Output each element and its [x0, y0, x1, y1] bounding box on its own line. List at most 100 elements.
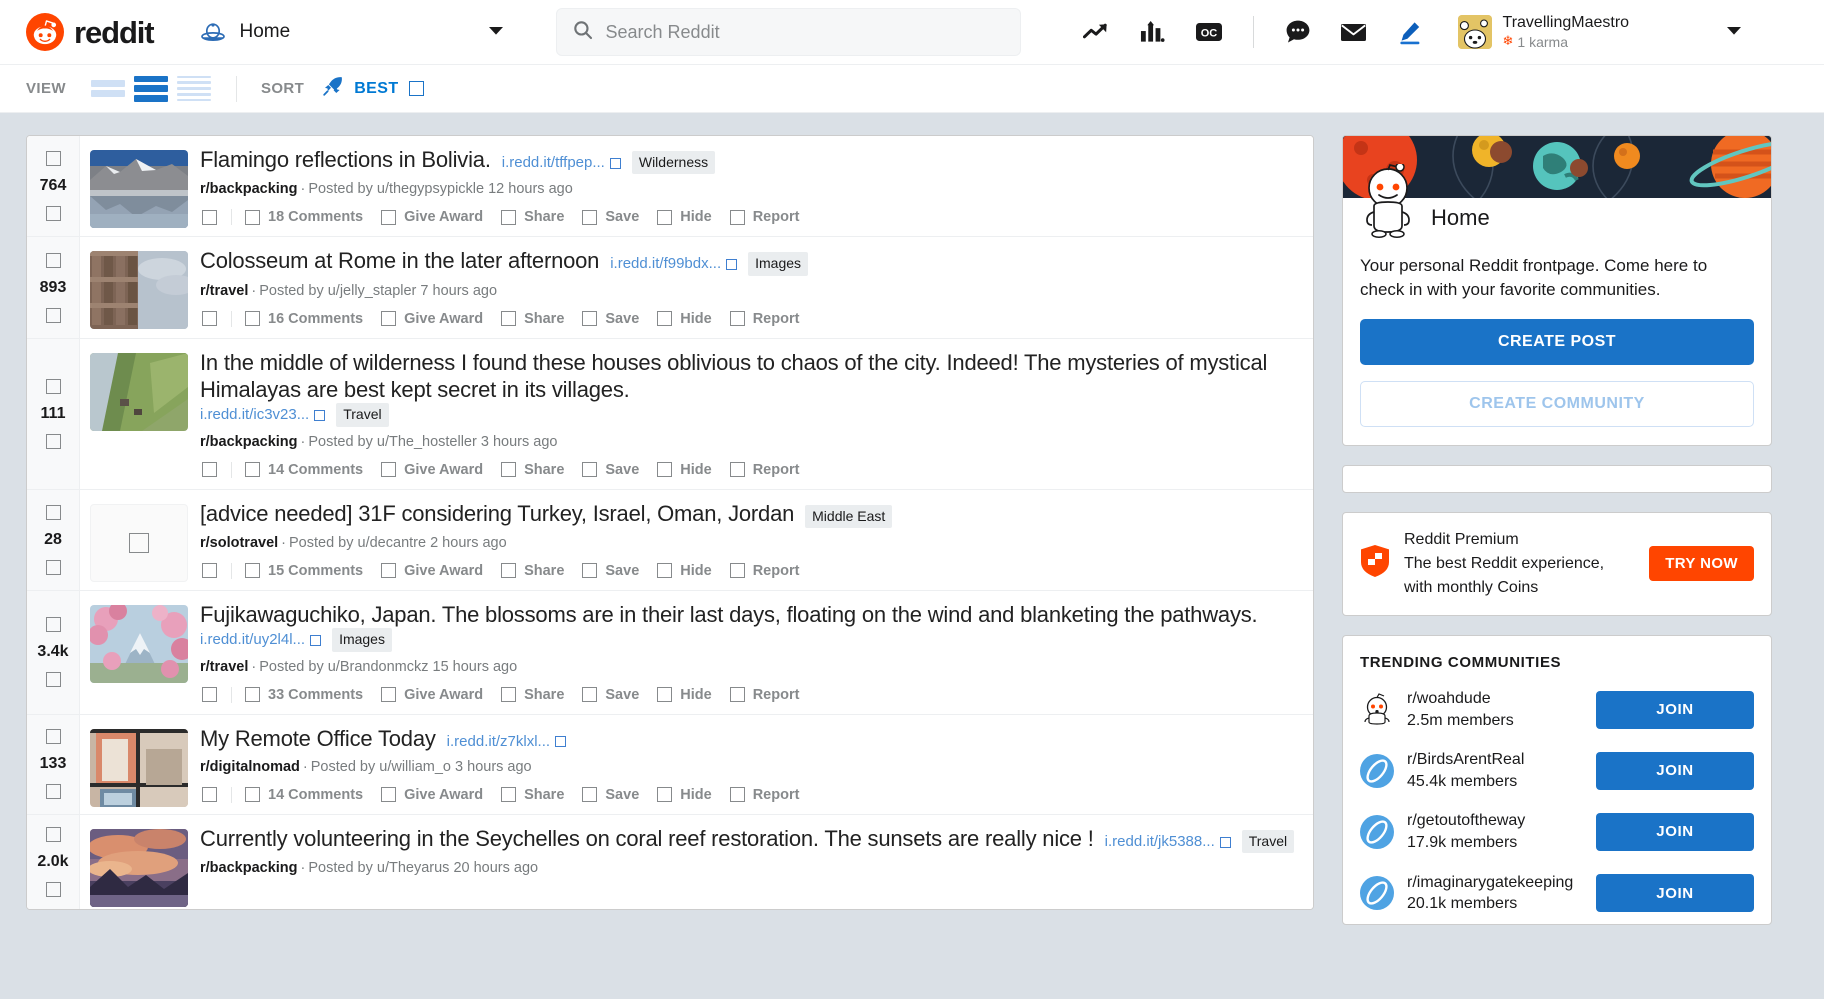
post-domain[interactable]: i.redd.it/ic3v23... — [200, 406, 325, 425]
upvote-icon[interactable] — [46, 827, 61, 842]
subreddit-link[interactable]: r/travel — [200, 283, 248, 299]
post-title[interactable]: Currently volunteering in the Seychelles… — [200, 825, 1094, 852]
post-thumbnail[interactable] — [90, 150, 188, 228]
share-button[interactable]: Share — [501, 560, 573, 582]
oc-icon[interactable]: OC — [1181, 10, 1237, 54]
upvote-icon[interactable] — [46, 617, 61, 632]
post-title[interactable]: Colosseum at Rome in the later afternoon — [200, 247, 599, 274]
create-post-button[interactable]: CREATE POST — [1360, 319, 1754, 365]
comments-button[interactable]: 16 Comments — [245, 308, 372, 330]
expand-button[interactable] — [202, 207, 231, 228]
report-button[interactable]: Report — [730, 684, 809, 706]
upvote-icon[interactable] — [46, 505, 61, 520]
downvote-icon[interactable] — [46, 784, 61, 799]
join-button[interactable]: JOIN — [1596, 691, 1754, 729]
upvote-icon[interactable] — [46, 729, 61, 744]
post-author[interactable]: Posted by u/Theyarus — [308, 860, 449, 876]
community-dropdown[interactable]: Home — [186, 10, 516, 54]
post-row[interactable]: 28 [advice needed] 31F considering Turke… — [27, 490, 1313, 591]
give-award-button[interactable]: Give Award — [381, 560, 492, 582]
expand-button[interactable] — [202, 784, 231, 805]
reddit-logo-home-link[interactable]: reddit — [26, 13, 154, 51]
community-name[interactable]: r/imaginarygatekeeping — [1407, 872, 1583, 894]
comments-button[interactable]: 18 Comments — [245, 206, 372, 228]
list-item[interactable]: r/BirdsArentReal 45.4k members JOIN — [1343, 740, 1771, 801]
post-title[interactable]: Flamingo reflections in Bolivia. — [200, 146, 491, 173]
post-flair[interactable]: Wilderness — [632, 151, 715, 174]
subreddit-link[interactable]: r/backpacking — [200, 860, 298, 876]
create-community-button[interactable]: CREATE COMMUNITY — [1360, 381, 1754, 427]
report-button[interactable]: Report — [730, 459, 809, 481]
post-row[interactable]: 893 — [27, 237, 1313, 338]
trending-icon[interactable] — [1069, 10, 1125, 54]
hide-button[interactable]: Hide — [657, 784, 720, 806]
post-author[interactable]: Posted by u/william_o — [311, 759, 451, 775]
downvote-icon[interactable] — [46, 308, 61, 323]
hide-button[interactable]: Hide — [657, 308, 720, 330]
give-award-button[interactable]: Give Award — [381, 459, 492, 481]
post-flair[interactable]: Images — [332, 628, 392, 651]
report-button[interactable]: Report — [730, 784, 809, 806]
give-award-button[interactable]: Give Award — [381, 308, 492, 330]
share-button[interactable]: Share — [501, 784, 573, 806]
comments-button[interactable]: 14 Comments — [245, 784, 372, 806]
expand-button[interactable] — [202, 560, 231, 581]
report-button[interactable]: Report — [730, 560, 809, 582]
join-button[interactable]: JOIN — [1596, 874, 1754, 912]
give-award-button[interactable]: Give Award — [381, 684, 492, 706]
downvote-icon[interactable] — [46, 206, 61, 221]
bar-chart-icon[interactable] — [1125, 10, 1181, 54]
share-button[interactable]: Share — [501, 308, 573, 330]
give-award-button[interactable]: Give Award — [381, 784, 492, 806]
upvote-icon[interactable] — [46, 253, 61, 268]
post-thumbnail-placeholder[interactable] — [90, 504, 188, 582]
post-domain[interactable]: i.redd.it/uy2l4l... — [200, 631, 321, 650]
view-classic-button[interactable] — [134, 76, 168, 102]
post-title[interactable]: [advice needed] 31F considering Turkey, … — [200, 500, 794, 527]
post-author[interactable]: Posted by u/Brandonmckz — [259, 659, 428, 675]
subreddit-link[interactable]: r/digitalnomad — [200, 759, 300, 775]
subreddit-link[interactable]: r/backpacking — [200, 434, 298, 450]
join-button[interactable]: JOIN — [1596, 813, 1754, 851]
hide-button[interactable]: Hide — [657, 560, 720, 582]
post-thumbnail[interactable] — [90, 353, 188, 431]
report-button[interactable]: Report — [730, 206, 809, 228]
post-author[interactable]: Posted by u/jelly_stapler — [259, 283, 416, 299]
create-post-pencil-icon[interactable] — [1382, 10, 1438, 54]
post-flair[interactable]: Travel — [1242, 830, 1294, 853]
post-row[interactable]: 111 In the middle of wilderness I found … — [27, 339, 1313, 490]
upvote-icon[interactable] — [46, 151, 61, 166]
subreddit-link[interactable]: r/travel — [200, 659, 248, 675]
post-author[interactable]: Posted by u/decantre — [289, 535, 426, 551]
post-domain[interactable]: i.redd.it/tffpep... — [502, 154, 621, 173]
post-row[interactable]: 3.4k — [27, 591, 1313, 715]
save-button[interactable]: Save — [582, 560, 648, 582]
hide-button[interactable]: Hide — [657, 684, 720, 706]
join-button[interactable]: JOIN — [1596, 752, 1754, 790]
share-button[interactable]: Share — [501, 206, 573, 228]
post-domain[interactable]: i.redd.it/jk5388... — [1105, 833, 1231, 852]
save-button[interactable]: Save — [582, 459, 648, 481]
view-card-button[interactable] — [91, 76, 125, 102]
save-button[interactable]: Save — [582, 308, 648, 330]
post-author[interactable]: Posted by u/thegypsypickle — [308, 181, 484, 197]
post-flair[interactable]: Images — [748, 252, 808, 275]
community-name[interactable]: r/woahdude — [1407, 688, 1583, 710]
expand-button[interactable] — [202, 684, 231, 705]
sort-dropdown[interactable]: BEST — [322, 75, 423, 102]
downvote-icon[interactable] — [46, 560, 61, 575]
search-input[interactable]: Search Reddit — [556, 8, 1021, 56]
comments-button[interactable]: 14 Comments — [245, 459, 372, 481]
downvote-icon[interactable] — [46, 672, 61, 687]
subreddit-link[interactable]: r/backpacking — [200, 181, 298, 197]
expand-button[interactable] — [202, 308, 231, 329]
community-name[interactable]: r/getoutoftheway — [1407, 810, 1583, 832]
hide-button[interactable]: Hide — [657, 206, 720, 228]
list-item[interactable]: r/getoutoftheway 17.9k members JOIN — [1343, 801, 1771, 862]
post-row[interactable]: 133 My Remote Of — [27, 715, 1313, 815]
save-button[interactable]: Save — [582, 206, 648, 228]
user-menu[interactable]: TravellingMaestro ❄ 1 karma — [1458, 9, 1747, 55]
post-title[interactable]: Fujikawaguchiko, Japan. The blossoms are… — [200, 601, 1257, 628]
share-button[interactable]: Share — [501, 459, 573, 481]
try-now-button[interactable]: TRY NOW — [1649, 546, 1754, 581]
